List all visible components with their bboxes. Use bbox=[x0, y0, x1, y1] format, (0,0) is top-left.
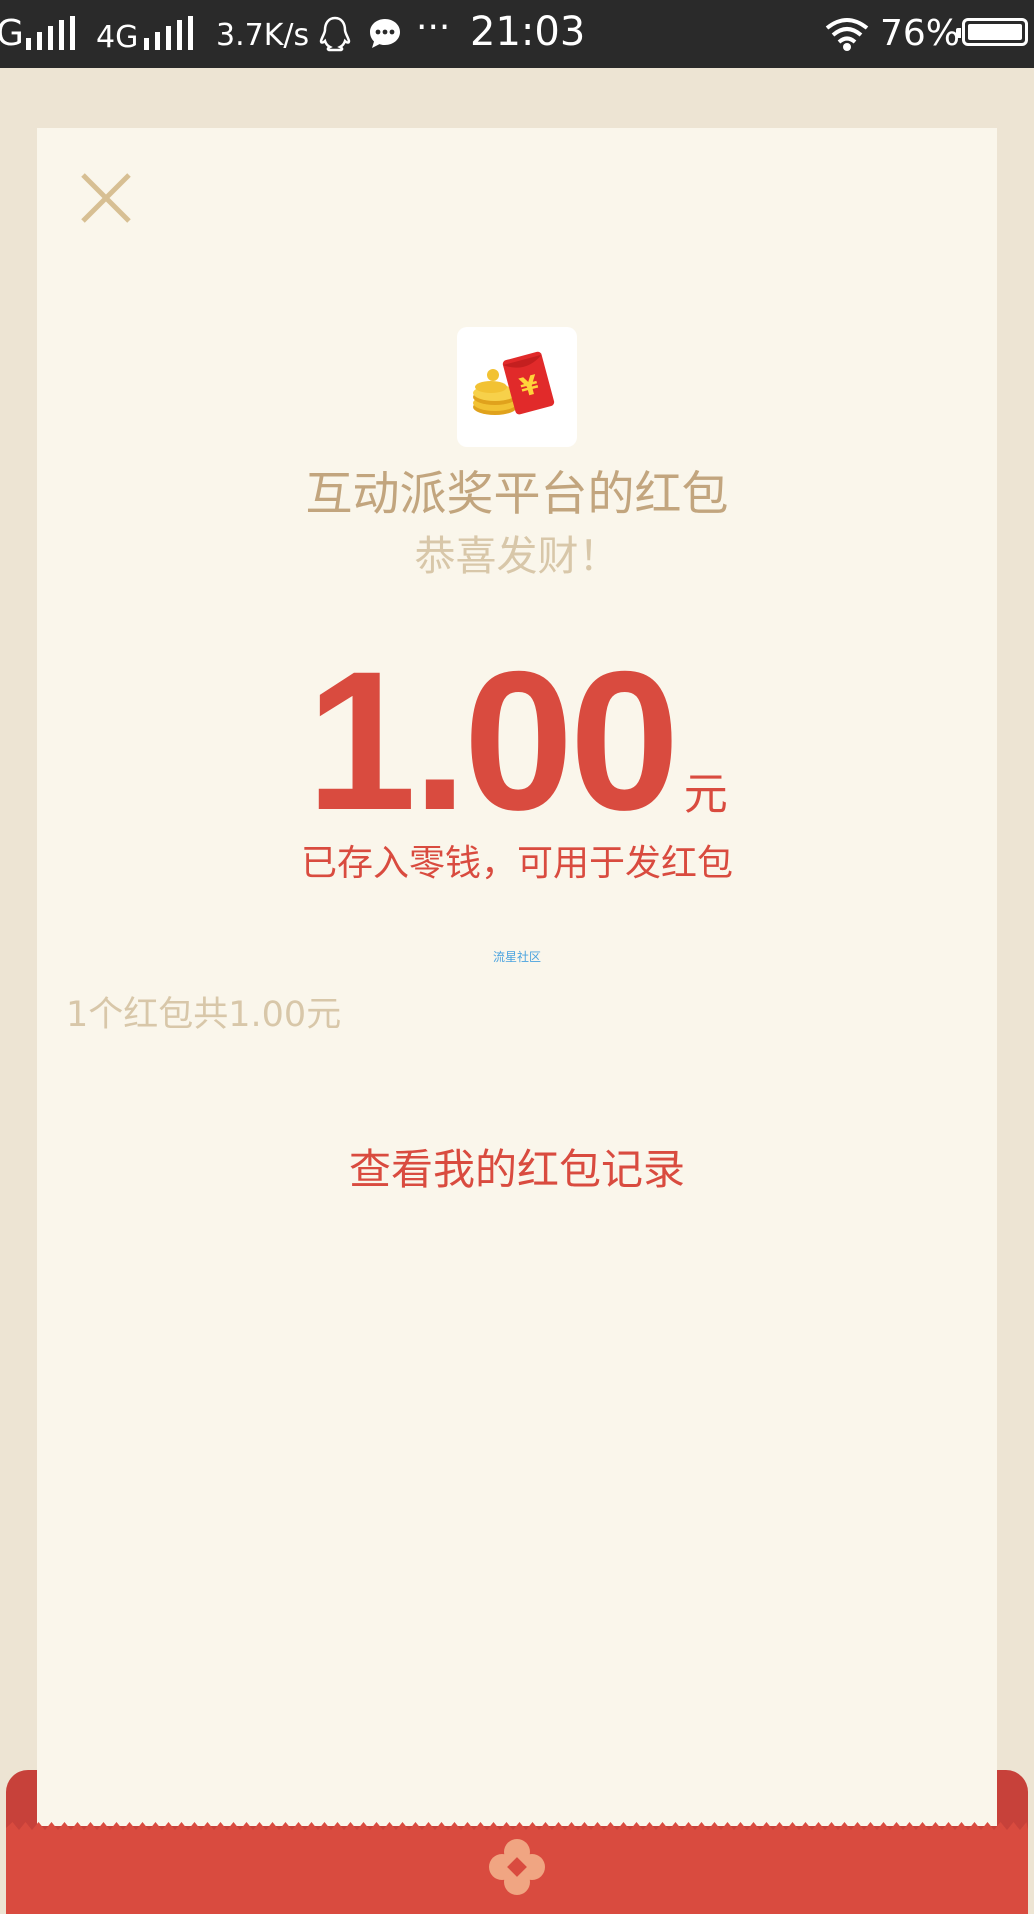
amount-display: 1.00 元 bbox=[0, 642, 1034, 840]
network-type: 4G bbox=[96, 20, 139, 55]
sender-title: 互动派奖平台的红包 bbox=[305, 467, 729, 522]
view-records-link[interactable]: 查看我的红包记录 bbox=[0, 1140, 1034, 1200]
battery-percent: 76% bbox=[880, 13, 961, 54]
greeting-text: 恭喜发财！ bbox=[414, 532, 620, 580]
network-speed: 3.7K/s bbox=[216, 18, 310, 53]
stored-note: 已存入零钱，可用于发红包 bbox=[300, 843, 733, 884]
wifi-icon bbox=[825, 18, 869, 51]
packet-summary: 1个红包共1.00元 bbox=[66, 995, 342, 1035]
chat-icon bbox=[370, 19, 400, 48]
more-notifications: ··· bbox=[416, 7, 451, 48]
signal-icon bbox=[26, 16, 75, 50]
network-prefix: G bbox=[0, 13, 24, 54]
close-icon[interactable] bbox=[80, 172, 132, 224]
clock: 21:03 bbox=[470, 9, 586, 55]
signal-icon bbox=[144, 16, 193, 50]
watermark-text: 流星社区 bbox=[492, 950, 541, 964]
red-packet-logo: ¥ bbox=[457, 327, 577, 447]
battery-icon bbox=[956, 18, 1028, 46]
qq-icon bbox=[319, 16, 351, 52]
amount-value: 1.00 bbox=[306, 630, 679, 851]
status-bar: G 4G 3.7K/s ··· 21:03 76% bbox=[0, 0, 1034, 68]
pocket-flower-icon bbox=[489, 1839, 545, 1895]
currency-unit: 元 bbox=[683, 769, 728, 820]
